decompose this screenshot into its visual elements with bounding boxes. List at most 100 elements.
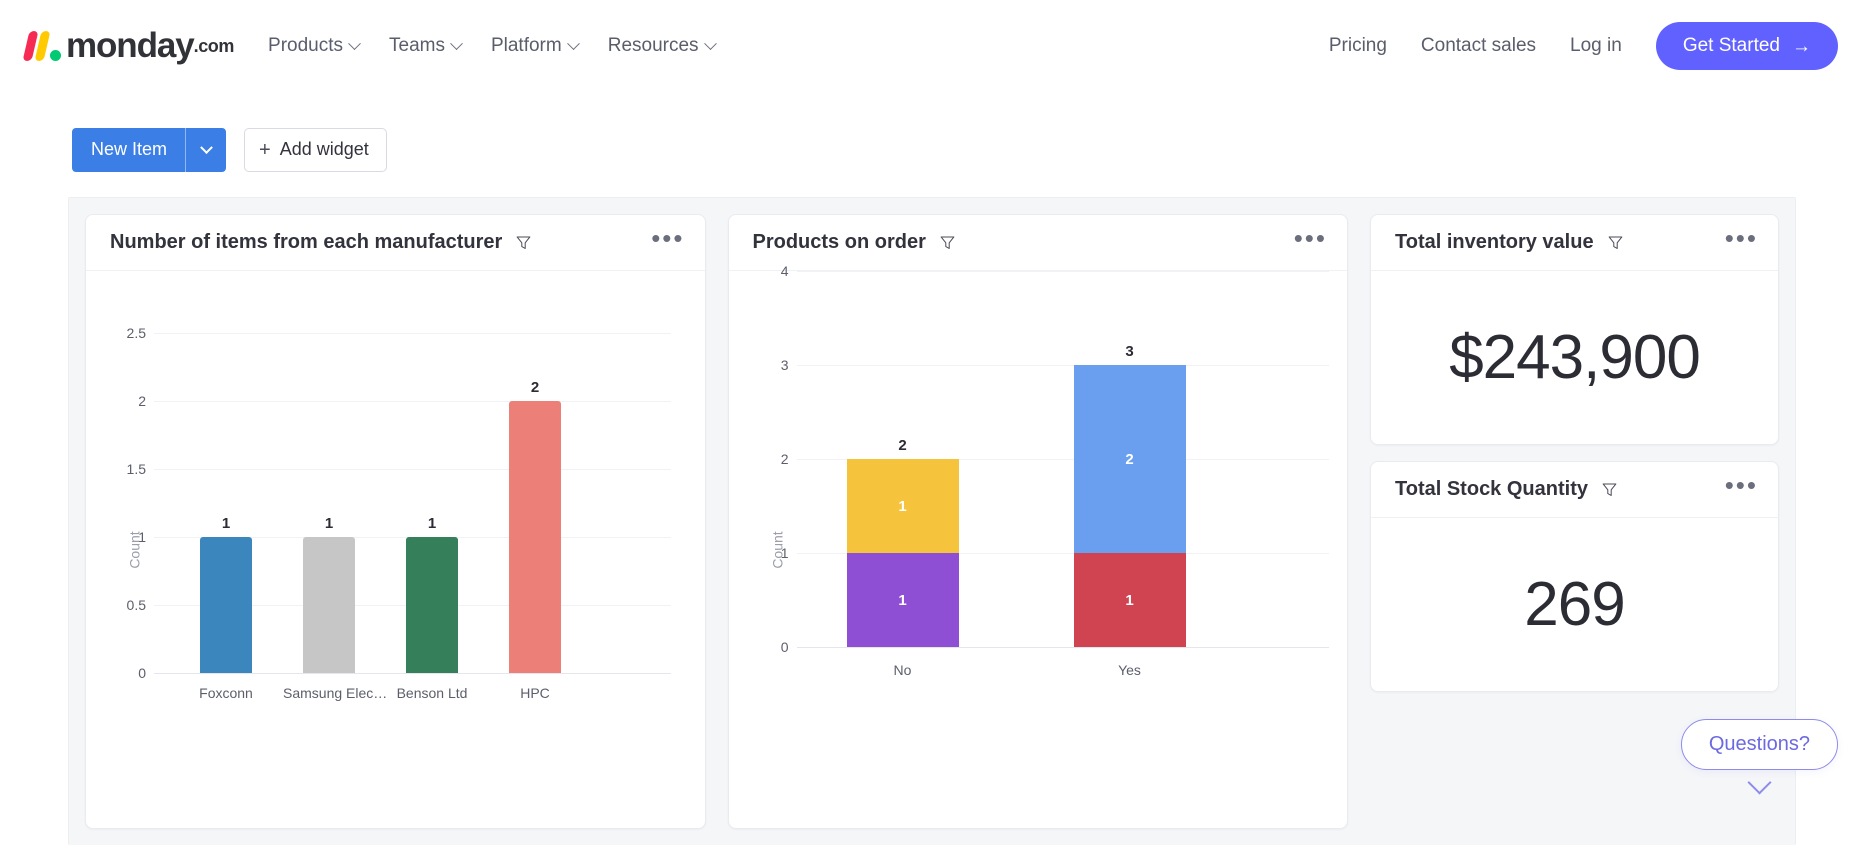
chevron-down-icon [199, 140, 213, 154]
funnel-icon[interactable] [515, 234, 532, 251]
new-item-dropdown-button[interactable] [185, 128, 227, 172]
bar-hpc[interactable] [509, 401, 561, 673]
x-tick-label: Yes [1118, 662, 1141, 678]
stack-segment-yes-upper[interactable]: 2 [1073, 365, 1186, 553]
funnel-icon[interactable] [939, 234, 956, 251]
dashboard-column-middle: Products on order ••• Count 4 3 2 1 0 1 … [727, 214, 1348, 829]
x-tick-label: HPC [520, 685, 550, 701]
ellipsis-icon[interactable]: ••• [1725, 225, 1758, 254]
x-tick-label: Samsung Elec… [283, 685, 388, 701]
chart-plot-area: Count 2.5 2 1.5 1 0.5 0 1 1 1 2 Foxconn … [86, 271, 705, 828]
y-tick-label: 1 [138, 529, 146, 545]
chevron-down-icon [450, 36, 463, 50]
new-item-button[interactable]: New Item [72, 128, 186, 172]
logo-dot-green [50, 50, 61, 61]
widget-body: Count 4 3 2 1 0 1 1 2 2 1 3 No Yes [729, 263, 1348, 828]
get-started-button[interactable]: Get Started → [1655, 22, 1838, 70]
kpi-value: 269 [1524, 570, 1625, 639]
secondary-nav: Pricing Contact sales Log in Get Started… [1329, 22, 1838, 70]
widget-title: Total Stock Quantity [1395, 478, 1588, 500]
new-item-split-button[interactable]: New Item [72, 128, 227, 172]
bar-value-label: 1 [427, 515, 437, 532]
nav-link-contact-sales[interactable]: Contact sales [1421, 35, 1536, 57]
nav-label: Teams [389, 35, 445, 56]
bar-benson-ltd[interactable] [406, 537, 458, 673]
bar-samsung-electronics[interactable] [303, 537, 355, 673]
nav-label: Resources [607, 35, 699, 56]
y-tick-label: 2.5 [126, 325, 146, 341]
nav-link-pricing[interactable]: Pricing [1329, 35, 1387, 57]
y-tick-label: 2 [780, 451, 789, 467]
nav-item-products[interactable]: Products [268, 35, 361, 57]
axis-baseline [796, 647, 1329, 648]
nav-item-teams[interactable]: Teams [389, 35, 463, 57]
questions-chat-button[interactable]: Questions? [1680, 719, 1838, 770]
widget-body: Count 2.5 2 1.5 1 0.5 0 1 1 1 2 Foxconn … [86, 271, 705, 828]
kpi-value: $243,900 [1449, 323, 1701, 392]
y-tick-label: 0 [138, 665, 146, 681]
monday-logo-marks [22, 31, 61, 61]
stack-segment-no-upper[interactable]: 1 [846, 459, 959, 553]
plus-icon: + [259, 138, 271, 161]
gridline [796, 365, 1329, 366]
bar-value-label: 1 [324, 515, 334, 532]
chat-widget: Questions? [1680, 719, 1838, 795]
nav-link-log-in[interactable]: Log in [1570, 35, 1622, 57]
y-tick-label: 0 [780, 639, 789, 655]
widget-orders-chart: Products on order ••• Count 4 3 2 1 0 1 … [727, 214, 1348, 829]
gridline [154, 333, 671, 334]
y-tick-label: 1.5 [126, 461, 146, 477]
bar-value-label: 1 [221, 515, 231, 532]
widget-header: Total Stock Quantity ••• [1371, 462, 1779, 518]
segment-value-label: 2 [1125, 450, 1134, 468]
segment-value-label: 1 [898, 497, 907, 515]
widget-header: Total inventory value ••• [1371, 215, 1779, 271]
x-tick-label: No [893, 662, 912, 678]
dashboard-column-left: Number of items from each manufacturer •… [85, 214, 706, 829]
widget-header: Number of items from each manufacturer •… [86, 215, 705, 271]
chevron-down-icon[interactable] [1747, 770, 1772, 795]
dashboard-toolbar: New Item + Add widget [72, 128, 387, 172]
stack-segment-no-lower[interactable]: 1 [846, 553, 959, 647]
widget-title: Total inventory value [1395, 231, 1594, 253]
widget-body: 269 [1371, 518, 1778, 691]
get-started-label: Get Started [1682, 35, 1780, 56]
ellipsis-icon[interactable]: ••• [1294, 225, 1327, 254]
nav-label: Products [268, 35, 343, 56]
chart-plot-area: Count 4 3 2 1 0 1 1 2 2 1 3 No Yes [729, 263, 1348, 828]
y-tick-label: 4 [780, 263, 789, 279]
y-tick-label: 1 [780, 545, 789, 561]
arrow-right-icon: → [1792, 35, 1811, 57]
funnel-icon[interactable] [1601, 481, 1618, 498]
funnel-icon[interactable] [1607, 234, 1624, 251]
x-tick-label: Benson Ltd [396, 685, 468, 701]
add-widget-button[interactable]: + Add widget [244, 128, 387, 172]
widget-title: Products on order [752, 231, 926, 253]
monday-logo-icon[interactable]: monday .com [22, 26, 235, 66]
stack-segment-yes-lower[interactable]: 1 [1073, 553, 1186, 647]
widget-total-stock-quantity: Total Stock Quantity ••• 269 [1370, 461, 1780, 692]
nav-label: Platform [490, 35, 562, 56]
segment-value-label: 1 [1125, 591, 1134, 609]
ellipsis-icon[interactable]: ••• [1725, 472, 1758, 501]
y-tick-label: 3 [780, 357, 789, 373]
widget-header: Products on order ••• [728, 215, 1347, 271]
nav-item-platform[interactable]: Platform [490, 35, 580, 57]
chevron-down-icon [348, 36, 361, 50]
stack-total-label: 2 [898, 437, 907, 454]
add-widget-label: Add widget [279, 139, 369, 159]
page-root: New Item + Add widget Number of items fr… [0, 0, 1866, 845]
brand-tld: .com [193, 35, 235, 56]
site-top-navigation: monday .com Products Teams Platform Reso… [0, 0, 1866, 92]
gridline [796, 271, 1329, 272]
monday-dashboard-app: New Item + Add widget Number of items fr… [0, 0, 1866, 845]
y-tick-label: 2 [138, 393, 146, 409]
widget-body: $243,900 [1371, 271, 1778, 444]
ellipsis-icon[interactable]: ••• [651, 225, 684, 254]
bar-foxconn[interactable] [200, 537, 252, 673]
nav-item-resources[interactable]: Resources [607, 35, 717, 57]
widget-manufacturer-chart: Number of items from each manufacturer •… [85, 214, 706, 829]
y-tick-label: 0.5 [126, 597, 146, 613]
widget-title: Number of items from each manufacturer [110, 231, 503, 253]
axis-baseline [154, 673, 671, 674]
